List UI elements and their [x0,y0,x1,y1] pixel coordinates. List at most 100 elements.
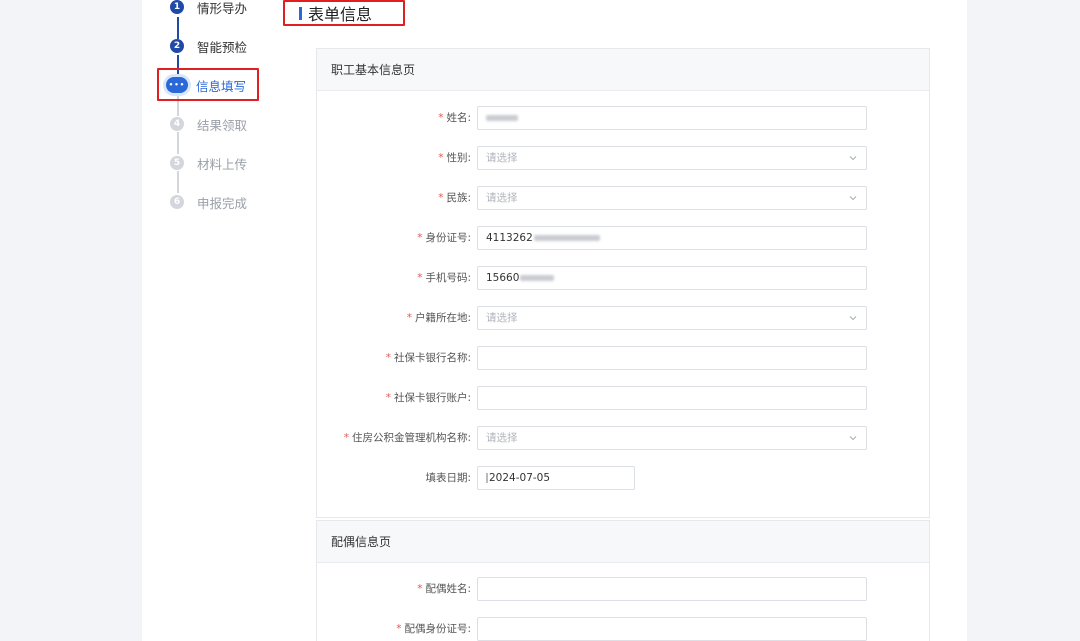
form-row-ethnicity: * 民族: 请选择 [317,186,929,210]
required-mark: * [417,272,423,284]
form-row-spouse-id: * 配偶身份证号: [317,617,929,641]
field-label: * 社保卡银行账户: [386,386,471,410]
phone-input[interactable]: 15660 [477,266,867,290]
label-text: 姓名: [446,112,471,124]
step-label: 申报完成 [197,195,248,211]
chevron-down-icon [849,196,857,201]
page-title: 表单信息 [299,3,373,24]
label-text: 民族: [446,192,471,204]
field-label: * 配偶姓名: [417,577,471,601]
required-mark: * [417,232,423,244]
select-placeholder: 请选择 [486,312,518,324]
field-label: * 手机号码: [417,266,471,290]
required-mark: * [343,432,349,444]
step-label: 智能预检 [197,39,248,55]
required-mark: * [417,583,423,595]
label-text: 手机号码: [425,272,471,284]
label-text: 身份证号: [425,232,471,244]
form-row-fund-org: * 住房公积金管理机构名称: 请选择 [317,426,929,450]
step-declare-complete[interactable]: 6 申报完成 [170,192,247,212]
form-row-spouse-name: * 配偶姓名: [317,577,929,601]
step-info-fill[interactable]: ••• 信息填写 [166,75,246,95]
field-label: * 姓名: [438,106,471,130]
form-row-fill-date: 填表日期: 2024-07-05 [317,466,929,490]
spouse-info-card: 配偶信息页 * 配偶姓名: * 配偶身份证号: [316,520,930,641]
label-text: 配偶姓名: [425,583,471,595]
select-placeholder: 请选择 [486,432,518,444]
step-number: 2 [170,39,184,53]
ethnicity-select[interactable]: 请选择 [477,186,867,210]
fund-org-select[interactable]: 请选择 [477,426,867,450]
page-title-text: 表单信息 [308,5,373,24]
masked-value [486,115,518,121]
required-mark: * [438,152,444,164]
chevron-down-icon [849,156,857,161]
input-value: 2024-07-05 [489,472,551,484]
masked-value [520,275,555,281]
step-situation-guide[interactable]: 1 情形导办 [170,0,247,17]
field-label: * 身份证号: [417,226,471,250]
required-mark: * [406,312,412,324]
label-text: 配偶身份证号: [404,623,471,635]
field-label: * 性别: [438,146,471,170]
section-title: 职工基本信息页 [317,49,929,91]
required-mark: * [385,352,391,364]
form-row-bank-account: * 社保卡银行账户: [317,386,929,410]
required-mark: * [438,192,444,204]
input-value: 4113262 [486,232,533,244]
fill-date-input[interactable]: 2024-07-05 [477,466,635,490]
label-text: 户籍所在地: [414,312,471,324]
spouse-name-input[interactable] [477,577,867,601]
required-mark: * [438,112,444,124]
basic-info-card: 职工基本信息页 * 姓名: * 性别: 请选择 * 民族: 请选择 * 身份证号: 41… [316,48,930,518]
chevron-down-icon [849,316,857,321]
step-smart-precheck[interactable]: 2 智能预检 [170,36,247,56]
form-row-gender: * 性别: 请选择 [317,146,929,170]
form-row-bank-name: * 社保卡银行名称: [317,346,929,370]
gender-select[interactable]: 请选择 [477,146,867,170]
label-text: 住房公积金管理机构名称: [351,432,471,444]
step-label: 结果领取 [197,117,248,133]
bank-account-input[interactable] [477,386,867,410]
form-row-id-number: * 身份证号: 4113262 [317,226,929,250]
section-title: 配偶信息页 [317,521,929,563]
form-row-phone: * 手机号码: 15660 [317,266,929,290]
form-row-name: * 姓名: [317,106,929,130]
masked-value [533,235,600,241]
required-mark: * [396,623,402,635]
form-row-household: * 户籍所在地: 请选择 [317,306,929,330]
chevron-down-icon [849,436,857,441]
step-number: 5 [170,156,184,170]
step-label: 情形导办 [197,0,248,16]
step-material-upload[interactable]: 5 材料上传 [170,153,247,173]
field-label: * 配偶身份证号: [396,617,471,641]
required-mark: * [385,392,391,404]
select-placeholder: 请选择 [486,192,518,204]
select-placeholder: 请选择 [486,152,518,164]
step-active-icon: ••• [166,77,188,93]
step-number: 4 [170,117,184,131]
step-connector [177,94,179,116]
step-result-pickup[interactable]: 4 结果领取 [170,114,247,134]
step-label: 材料上传 [197,156,248,172]
step-label: 信息填写 [196,78,247,94]
field-label: * 民族: [438,186,471,210]
label-text: 社保卡银行名称: [393,352,471,364]
field-label: * 社保卡银行名称: [386,346,471,370]
text-cursor [486,473,488,483]
bank-name-input[interactable] [477,346,867,370]
name-input[interactable] [477,106,867,130]
id-number-input[interactable]: 4113262 [477,226,867,250]
field-label: * 住房公积金管理机构名称: [344,426,471,450]
title-accent-bar [299,6,302,20]
label-text: 社保卡银行账户: [393,392,471,404]
step-connector [177,171,179,193]
field-label: 填表日期: [425,472,471,484]
field-label: * 户籍所在地: [407,306,471,330]
step-number: 1 [170,0,184,14]
spouse-id-input[interactable] [477,617,867,641]
step-connector [177,55,179,77]
label-text: 性别: [446,152,471,164]
step-number: 6 [170,195,184,209]
household-select[interactable]: 请选择 [477,306,867,330]
